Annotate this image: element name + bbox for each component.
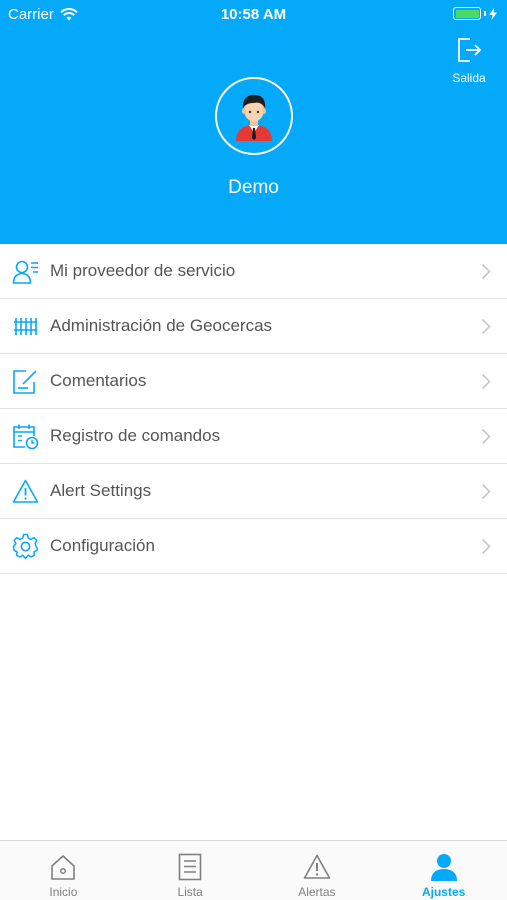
home-icon <box>51 855 76 880</box>
battery-indicator <box>453 7 497 20</box>
service-provider-icon <box>12 260 38 284</box>
menu-item-alert-settings[interactable]: Alert Settings <box>0 464 507 519</box>
user-avatar-icon <box>236 94 272 141</box>
menu-item-service-provider[interactable]: Mi proveedor de servicio <box>0 244 507 299</box>
avatar[interactable] <box>215 77 293 155</box>
logout-label: Salida <box>452 71 486 85</box>
tab-alertas[interactable]: Alertas <box>254 841 381 900</box>
menu-item-geofence[interactable]: Administración de Geocercas <box>0 299 507 354</box>
menu-item-label: Comentarios <box>50 371 147 390</box>
tab-label: Lista <box>177 885 203 899</box>
menu-item-label: Registro de comandos <box>50 426 221 445</box>
gear-icon <box>12 533 39 560</box>
clock: 10:58 AM <box>220 6 287 23</box>
chevron-right-icon <box>481 538 491 555</box>
tab-inicio[interactable]: Inicio <box>0 841 127 900</box>
menu-item-label: Administración de Geocercas <box>50 316 273 335</box>
alert-icon <box>12 479 39 503</box>
settings-menu: Mi proveedor de servicio Administración … <box>0 244 507 574</box>
tab-label: Alertas <box>298 885 336 899</box>
tab-label: Inicio <box>49 885 78 899</box>
tab-bar: Inicio Lista Alertas Ajustes <box>0 840 507 900</box>
menu-item-feedback[interactable]: Comentarios <box>0 354 507 409</box>
status-bar: Carrier 10:58 AM <box>0 0 507 28</box>
geofence-icon <box>14 318 37 335</box>
user-name: Demo <box>228 177 279 198</box>
logout-button[interactable]: Salida <box>447 36 491 85</box>
chevron-right-icon <box>481 318 491 335</box>
profile-header: Carrier 10:58 AM Salida Demo <box>0 0 507 244</box>
menu-item-label: Configuración <box>50 536 155 555</box>
tab-label: Ajustes <box>421 885 466 899</box>
menu-item-configuration[interactable]: Configuración <box>0 519 507 574</box>
menu-item-command-log[interactable]: Registro de comandos <box>0 409 507 464</box>
battery-icon <box>453 7 481 20</box>
chevron-right-icon <box>481 483 491 500</box>
tab-ajustes[interactable]: Ajustes <box>380 841 507 900</box>
chevron-right-icon <box>481 373 491 390</box>
logout-icon <box>458 38 482 62</box>
charging-bolt-icon <box>489 7 497 20</box>
chevron-right-icon <box>481 263 491 280</box>
chevron-right-icon <box>481 428 491 445</box>
menu-item-label: Alert Settings <box>50 481 152 500</box>
menu-item-label: Mi proveedor de servicio <box>50 261 236 280</box>
feedback-icon <box>13 370 37 394</box>
list-icon <box>178 853 202 881</box>
command-log-icon <box>13 424 39 450</box>
person-icon <box>430 854 457 881</box>
battery-fill <box>455 9 479 18</box>
warning-icon <box>303 854 331 879</box>
tab-lista[interactable]: Lista <box>127 841 254 900</box>
